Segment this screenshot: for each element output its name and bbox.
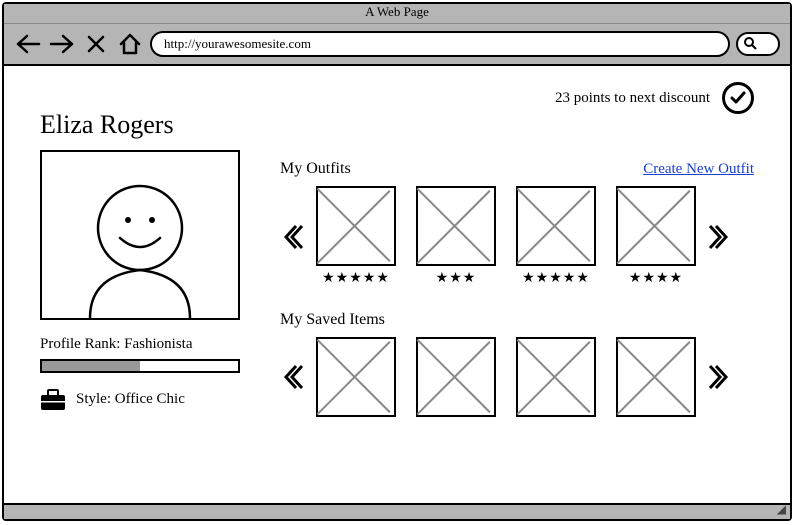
saved-item[interactable]: [416, 337, 496, 417]
outfit-thumb[interactable]: [516, 186, 596, 266]
outfit-thumb[interactable]: [316, 186, 396, 266]
style-label: Style: Office Chic: [76, 391, 185, 408]
saved-next-icon[interactable]: [706, 359, 732, 395]
outfits-prev-icon[interactable]: [280, 219, 306, 255]
outfits-carousel: ★★★★★★★★★★★★★★★★★: [280, 186, 754, 287]
saved-item[interactable]: [516, 337, 596, 417]
main-column: My Outfits Create New Outfit ★★★★★★★★★★★…: [280, 150, 754, 441]
browser-toolbar: http://yourawesomesite.com: [4, 24, 790, 66]
saved-thumb[interactable]: [316, 337, 396, 417]
back-icon[interactable]: [14, 30, 42, 58]
points-row: 23 points to next discount: [555, 82, 754, 114]
outfit-item[interactable]: ★★★★★: [316, 186, 396, 287]
outfits-title: My Outfits: [280, 160, 351, 178]
check-badge-icon[interactable]: [722, 82, 754, 114]
avatar: [40, 150, 240, 320]
profile-rank-label: Profile Rank: Fashionista: [40, 336, 250, 353]
briefcase-icon: [40, 389, 66, 409]
saved-header: My Saved Items: [280, 311, 754, 329]
rating-stars: ★★★★: [629, 270, 683, 287]
create-outfit-link[interactable]: Create New Outfit: [643, 161, 754, 178]
page-content: 23 points to next discount Eliza Rogers …: [4, 68, 790, 501]
outfits-next-icon[interactable]: [706, 219, 732, 255]
outfit-thumb[interactable]: [616, 186, 696, 266]
resize-grip-icon[interactable]: ◢: [777, 502, 786, 517]
style-row: Style: Office Chic: [40, 389, 250, 409]
outfits-header: My Outfits Create New Outfit: [280, 160, 754, 178]
rating-stars: ★★★★★: [522, 270, 590, 287]
profile-sidebar: Profile Rank: Fashionista Style: Office …: [40, 150, 250, 441]
search-pill[interactable]: [736, 32, 780, 56]
outfit-item[interactable]: ★★★: [416, 186, 496, 287]
outfit-item[interactable]: ★★★★: [616, 186, 696, 287]
saved-item[interactable]: [316, 337, 396, 417]
home-icon[interactable]: [116, 30, 144, 58]
saved-item[interactable]: [616, 337, 696, 417]
outfit-item[interactable]: ★★★★★: [516, 186, 596, 287]
saved-thumb[interactable]: [616, 337, 696, 417]
url-input[interactable]: http://yourawesomesite.com: [150, 31, 730, 57]
saved-prev-icon[interactable]: [280, 359, 306, 395]
rating-stars: ★★★: [436, 270, 477, 287]
rank-progress-fill: [42, 361, 140, 371]
saved-carousel: [280, 337, 754, 417]
status-bar: ◢: [4, 503, 790, 519]
rank-progress-bar: [40, 359, 240, 373]
saved-thumb[interactable]: [416, 337, 496, 417]
points-text: 23 points to next discount: [555, 90, 710, 107]
browser-window: A Web Page http://yourawesomesite.com 23…: [2, 2, 792, 521]
stop-icon[interactable]: [82, 30, 110, 58]
window-title: A Web Page: [4, 4, 790, 24]
saved-thumb[interactable]: [516, 337, 596, 417]
outfit-thumb[interactable]: [416, 186, 496, 266]
rating-stars: ★★★★★: [322, 270, 390, 287]
forward-icon[interactable]: [48, 30, 76, 58]
saved-title: My Saved Items: [280, 311, 385, 329]
profile-name: Eliza Rogers: [40, 110, 754, 140]
